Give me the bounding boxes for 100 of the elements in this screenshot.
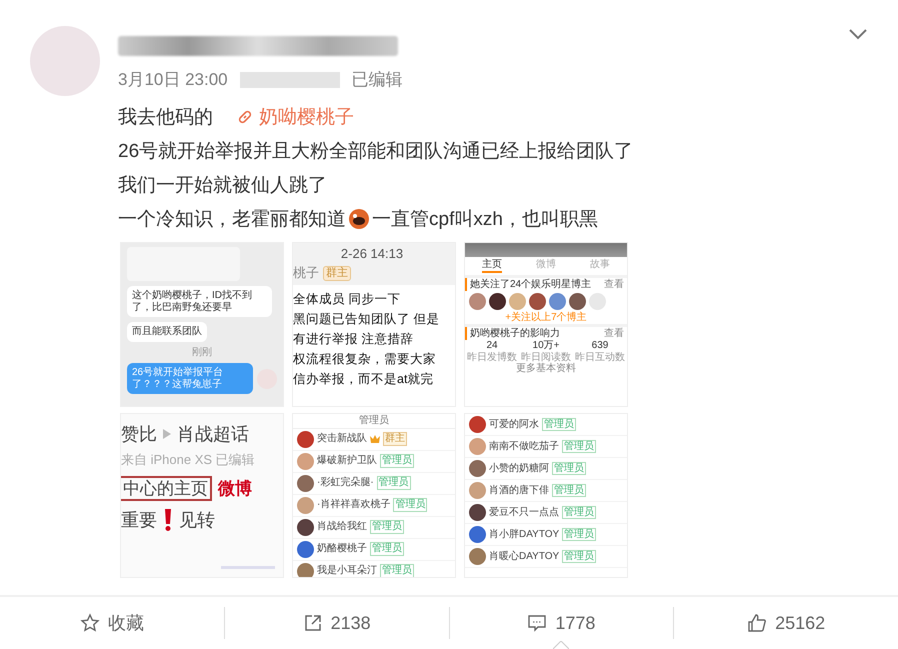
avatar: [569, 293, 586, 310]
member-name: 爆破新护卫队: [317, 455, 377, 467]
chevron-down-icon[interactable]: [848, 28, 868, 40]
member-name: 肖战给我红: [317, 521, 367, 533]
member-name: 我是小耳朵汀: [317, 565, 377, 577]
avatar: [297, 540, 314, 558]
more-info-link[interactable]: 更多基本资料: [465, 363, 627, 406]
member-name: 南南不做吃茄子: [489, 440, 559, 452]
post-text: 26号就开始举报并且大粉全部能和团队沟通已经上报给团队了: [118, 140, 634, 164]
sender-name: 桃子: [293, 266, 319, 281]
triangle-right-icon: [163, 429, 171, 440]
notice-text: 全体成员 同步一下: [293, 290, 402, 308]
chat-screenshot[interactable]: 这个奶哟樱桃子，ID找不到了，比巴南野兔还要早 而且能联系团队 刚刚 26号就开始举报平台了？？？这帮兔崽子: [120, 242, 284, 407]
repost-button[interactable]: 2138: [224, 597, 448, 649]
share-icon: [302, 613, 323, 633]
member-name: 突击新战队: [317, 433, 367, 445]
avatar: [297, 430, 314, 448]
avatar: [469, 293, 486, 310]
star-icon: [80, 613, 100, 633]
avatar: [297, 474, 314, 492]
role-badge: 管理员: [562, 440, 596, 454]
member-name: 肖小胖DAYTOY: [489, 528, 560, 540]
emoji-icon: [348, 208, 370, 230]
role-badge: 管理员: [376, 476, 411, 490]
more-link[interactable]: 查看: [604, 328, 624, 339]
member-name: ·彩虹完朵腿·: [317, 477, 374, 489]
post-timestamp[interactable]: 3月10日 23:00: [118, 68, 228, 91]
avatar: [469, 504, 486, 521]
post-snippet-screenshot[interactable]: 赞比 肖战超话 来自 iPhone XS 已编辑 中心的主页 微博 重要 见转: [120, 413, 284, 578]
role-badge: 管理员: [562, 506, 596, 520]
link-icon: [237, 109, 253, 125]
stat-value: 24: [486, 340, 498, 352]
notice-text: 黑问题已告知团队了 但是: [293, 310, 440, 328]
profile-tab[interactable]: 主页: [482, 259, 502, 272]
role-badge: 管理员: [552, 484, 586, 498]
section-title: 她关注了24个娱乐明星博主: [470, 278, 592, 290]
stat-label: 昨日互动数: [575, 352, 625, 362]
post-text: 一个冷知识，老霍丽都知道: [118, 208, 346, 232]
owner-badge: 群主: [323, 266, 351, 281]
avatar: [469, 548, 486, 565]
role-badge: 管理员: [562, 550, 596, 564]
post-text: 我去他码的: [118, 106, 213, 130]
avatar: [469, 438, 486, 455]
edited-label: 已编辑: [352, 69, 403, 91]
avatar: [469, 526, 486, 543]
stat-value: 10万+: [532, 340, 560, 352]
notice-time: 2-26 14:13: [340, 247, 404, 262]
stat-value: 639: [592, 340, 608, 352]
avatar: [297, 496, 314, 514]
member-name: 肖暖心DAYTOY: [489, 550, 560, 562]
snippet-text: 赞比: [121, 424, 157, 445]
role-badge: 管理员: [370, 542, 404, 556]
snippet-text: 微博: [218, 478, 252, 498]
avatar: [297, 452, 314, 470]
comment-icon: [527, 613, 548, 633]
avatar: [529, 293, 546, 310]
chat-time: 刚刚: [191, 346, 213, 358]
member-list-screenshot[interactable]: 可爱的阿水 管理员 南南不做吃茄子 管理员 小赞的奶糖阿 管理员 肖酒的唐下俳 管理员 爱豆不只一点点 管理员 肖小胖DAYTOY 管理员 肖暖心DAYTOY 管理员: [464, 413, 628, 578]
role-badge: 管理员: [380, 564, 414, 577]
favorite-button[interactable]: 收藏: [0, 597, 224, 649]
crown-icon: [370, 435, 380, 443]
thumbs-up-icon: [747, 613, 768, 633]
profile-screenshot[interactable]: 主页 微博 故事 她关注了24个娱乐明星博主 查看 +关注以上7个博主 奶哟樱桃子的影响力 查看 24 昨日发博数 10万+ 昨日阅读数 639 昨日互动数 更多基本资料: [464, 242, 628, 407]
notice-text: 有进行举报 注意措辞: [293, 330, 414, 348]
member-name: 小赞的奶糖阿: [489, 462, 549, 474]
avatar: [489, 293, 506, 310]
group-notice-screenshot[interactable]: 2-26 14:13 桃子 群主 全体成员 同步一下 黑问题已告知团队了 但是 有进行举报 注意措辞 权流程很复杂，需要大家 信办举报，而不是at就完: [292, 242, 456, 407]
avatar: [297, 518, 314, 536]
role-badge: 管理员: [542, 418, 576, 432]
comment-button[interactable]: 1778: [450, 597, 674, 649]
member-name: 奶酪樱桃子: [317, 543, 367, 555]
snippet-text: 重要: [121, 510, 157, 531]
member-name: ·肖祥祥喜欢桃子: [317, 499, 390, 511]
stat-label: 昨日发博数: [467, 352, 517, 363]
role-badge: 群主: [383, 432, 407, 446]
post-text: 一直管cpf叫xzh，也叫职黑: [372, 208, 598, 232]
avatar: [469, 482, 486, 499]
role-badge: 管理员: [393, 498, 428, 512]
avatar: [509, 293, 526, 310]
chat-bubble: 而且能联系团队: [127, 322, 207, 342]
exclamation-icon: [163, 509, 173, 532]
post-text: 我们一开始就被仙人跳了: [118, 174, 327, 198]
user-link[interactable]: 奶呦樱桃子: [237, 104, 354, 130]
notice-text: 信办举报，而不是at就完: [293, 370, 434, 388]
avatar: [549, 293, 566, 310]
member-name: 可爱的阿水: [489, 418, 539, 430]
member-name: 爱豆不只一点点: [489, 506, 559, 518]
stat-label: 昨日阅读数: [521, 352, 571, 362]
snippet-text: 见转: [179, 510, 215, 531]
role-badge: 管理员: [562, 528, 596, 542]
snippet-source: 来自 iPhone XS 已编辑: [121, 452, 256, 468]
section-title: 奶哟樱桃子的影响力: [470, 328, 560, 339]
avatar: [469, 416, 486, 433]
avatar: [469, 460, 486, 477]
member-list-screenshot[interactable]: 管理员 突击新战队 群主 爆破新护卫队 管理员 ·彩虹完朵腿· 管理员 ·肖祥祥喜欢桃子 管理员 肖战给我红 管理员 奶酪樱桃子 管理员 我是小耳朵汀 管理员: [292, 413, 456, 578]
snippet-text: 肖战超话: [177, 424, 249, 445]
chat-bubble: 这个奶哟樱桃子，ID找不到了，比巴南野兔还要早: [127, 286, 272, 317]
more-link[interactable]: 查看: [604, 278, 624, 290]
avatar: [297, 562, 314, 577]
like-button[interactable]: 25162: [674, 597, 898, 649]
